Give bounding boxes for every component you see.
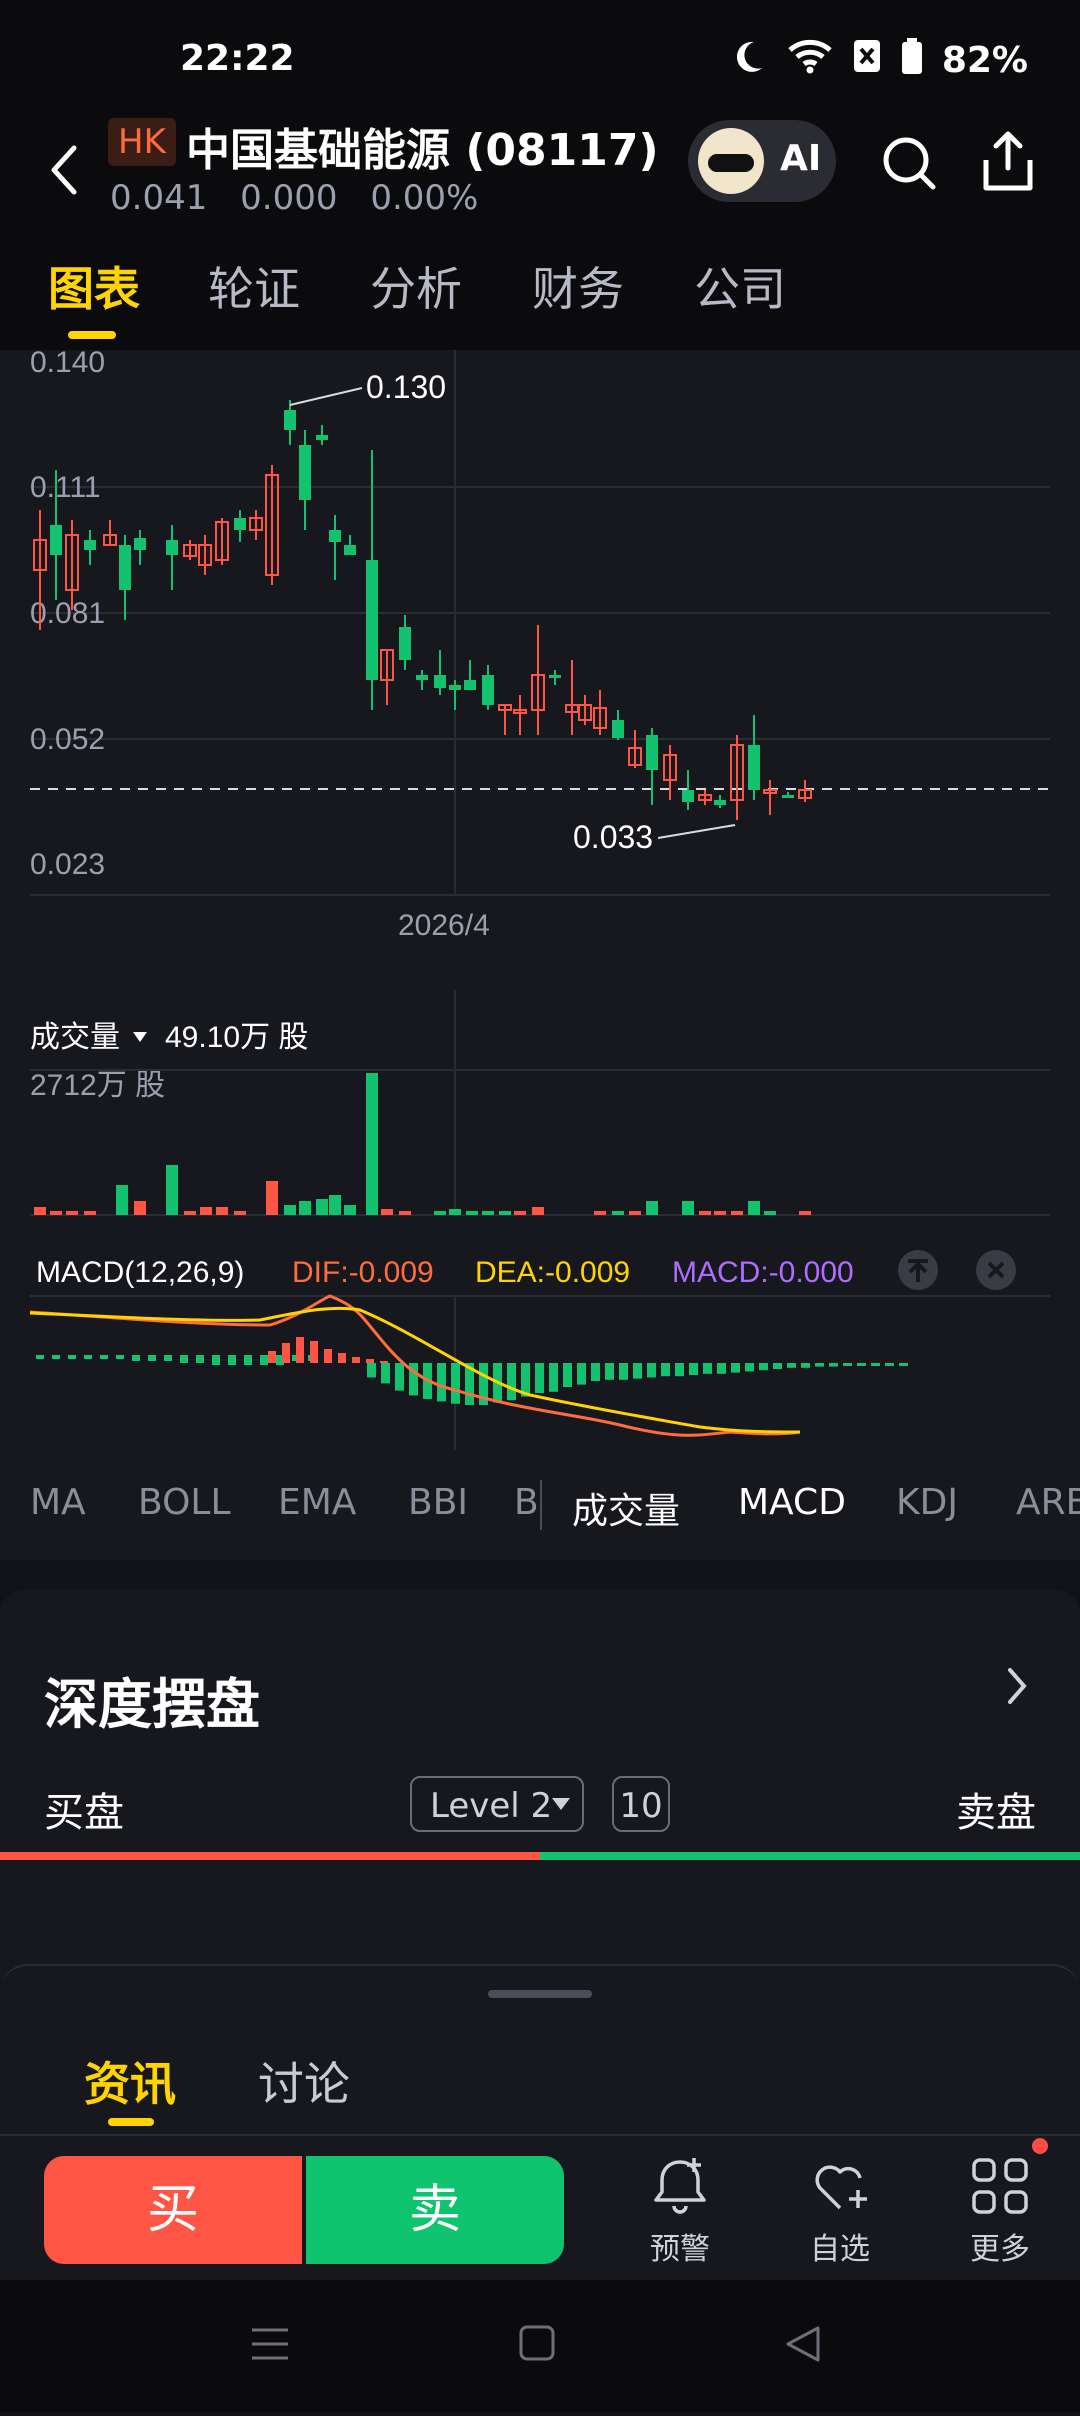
indicator-tab[interactable]: 成交量 [572, 1482, 680, 1534]
indicator-tab[interactable]: ARB [1016, 1482, 1080, 1523]
y-tick: 0.140 [30, 350, 105, 379]
buy-button[interactable]: 买 [44, 2156, 302, 2264]
ask-ratio-bar [540, 1852, 1080, 1860]
more-label: 更多 [970, 2232, 1030, 2267]
moon-icon [728, 36, 768, 85]
indicator-tab[interactable]: MA [30, 1482, 86, 1523]
price-change: 0.000 [240, 178, 338, 218]
level-select[interactable]: Level 2 [410, 1776, 584, 1832]
indicator-tab[interactable]: EMA [278, 1482, 356, 1523]
market-badge: HK [108, 118, 176, 166]
back-button[interactable] [44, 140, 94, 200]
alert-label: 预警 [650, 2232, 710, 2267]
sell-button[interactable]: 卖 [306, 2156, 564, 2264]
stock-name: 中国基础能源 (08117) [186, 125, 659, 176]
trade-action-bar: 买 卖 预警 自选 更多 [0, 2134, 1080, 2282]
more-button[interactable]: 更多 [940, 2154, 1060, 2268]
order-book-section: 深度摆盘 买盘 Level 2 10 卖盘 [0, 1590, 1080, 1980]
sim-off-icon [852, 36, 882, 85]
level-value: Level 2 [430, 1786, 553, 1826]
bid-label: 买盘 [44, 1790, 124, 1836]
bell-plus-icon [654, 2158, 706, 2214]
drag-handle[interactable] [488, 1990, 592, 1998]
quote-line: 0.041 0.000 0.00% [110, 178, 500, 218]
watchlist-label: 自选 [810, 2232, 870, 2267]
price-change-pct: 0.00% [370, 178, 479, 218]
ai-label: AI [780, 138, 822, 179]
indicator-tab[interactable]: MACD [738, 1482, 846, 1523]
kline-chart[interactable]: 0.140 0.111 0.081 0.052 0.023 2026/4 0.1… [0, 350, 1080, 1470]
chart-panel[interactable]: 0.140 0.111 0.081 0.052 0.023 2026/4 0.1… [0, 350, 1080, 1560]
depth-title: 深度摆盘 [44, 1673, 260, 1736]
battery-icon [900, 36, 924, 85]
main-tabs: 图表 轮证 分析 财务 公司 [0, 225, 1080, 350]
active-news-tab-indicator [108, 2118, 154, 2126]
battery-percent: 82% [941, 40, 1028, 81]
ask-label: 卖盘 [956, 1790, 1036, 1836]
news-sheet: 资讯 讨论 [0, 1964, 1080, 2136]
indicator-tab[interactable]: B [514, 1482, 539, 1523]
volume-max: 2712万 股 [30, 1069, 165, 1102]
home-icon [519, 2325, 555, 2361]
last-price: 0.041 [110, 178, 208, 218]
menu-icon [252, 2328, 288, 2360]
volume-dropdown-icon [133, 1032, 147, 1042]
chevron-right-icon[interactable] [1004, 1666, 1030, 1710]
search-icon[interactable] [880, 134, 940, 198]
ai-assistant-button[interactable]: AI [688, 120, 836, 202]
tab-analysis[interactable]: 分析 [370, 253, 462, 319]
volume-value: 49.10万 股 [165, 1021, 308, 1054]
notification-dot [1032, 2138, 1048, 2154]
status-time: 22:22 [180, 38, 295, 79]
y-tick: 0.081 [30, 597, 105, 630]
tab-chart[interactable]: 图表 [48, 253, 140, 319]
status-bar: 22:22 82% [0, 0, 1080, 120]
indicator-tabs: MA BOLL EMA BBI B 成交量 MACD KDJ ARB [0, 1470, 1080, 1560]
caret-down-icon [552, 1798, 570, 1810]
macd-dea: DEA:-0.009 [475, 1256, 630, 1289]
active-tab-indicator [68, 331, 116, 339]
pin-top-icon [898, 1250, 938, 1290]
system-nav-bar [0, 2280, 1080, 2412]
macd-value: MACD:-0.000 [672, 1256, 854, 1289]
indicator-tab[interactable]: BOLL [138, 1482, 231, 1523]
close-indicator-icon [976, 1250, 1016, 1290]
alert-button[interactable]: 预警 [620, 2154, 740, 2268]
tab-warrants[interactable]: 轮证 [208, 253, 300, 319]
indicator-divider [540, 1480, 542, 1530]
high-annotation: 0.130 [366, 369, 446, 405]
candlestick-series [33, 400, 812, 820]
macd-title: MACD(12,26,9) [36, 1256, 244, 1289]
depth-count-button[interactable]: 10 [612, 1776, 670, 1832]
heart-plus-icon [815, 2165, 867, 2210]
tab-company[interactable]: 公司 [694, 253, 786, 319]
wifi-icon [786, 36, 834, 85]
watchlist-button[interactable]: 自选 [780, 2154, 900, 2268]
y-tick: 0.052 [30, 723, 105, 756]
tab-financials[interactable]: 财务 [532, 253, 624, 319]
volume-title: 成交量 [30, 1021, 120, 1054]
bid-ratio-bar [0, 1852, 540, 1860]
indicator-tab[interactable]: KDJ [896, 1482, 958, 1523]
y-tick: 0.023 [30, 848, 105, 881]
y-tick: 0.111 [30, 471, 101, 504]
indicator-tab[interactable]: BBI [408, 1482, 468, 1523]
tab-discussion[interactable]: 讨论 [258, 2048, 350, 2114]
back-nav-icon [786, 2326, 820, 2362]
x-tick: 2026/4 [398, 909, 490, 942]
low-annotation: 0.033 [573, 819, 653, 855]
grid-icon [972, 2158, 1028, 2214]
share-icon[interactable] [980, 130, 1036, 198]
ai-mascot-icon [698, 128, 764, 194]
macd-dif: DIF:-0.009 [292, 1256, 434, 1289]
tab-news[interactable]: 资讯 [84, 2048, 176, 2114]
